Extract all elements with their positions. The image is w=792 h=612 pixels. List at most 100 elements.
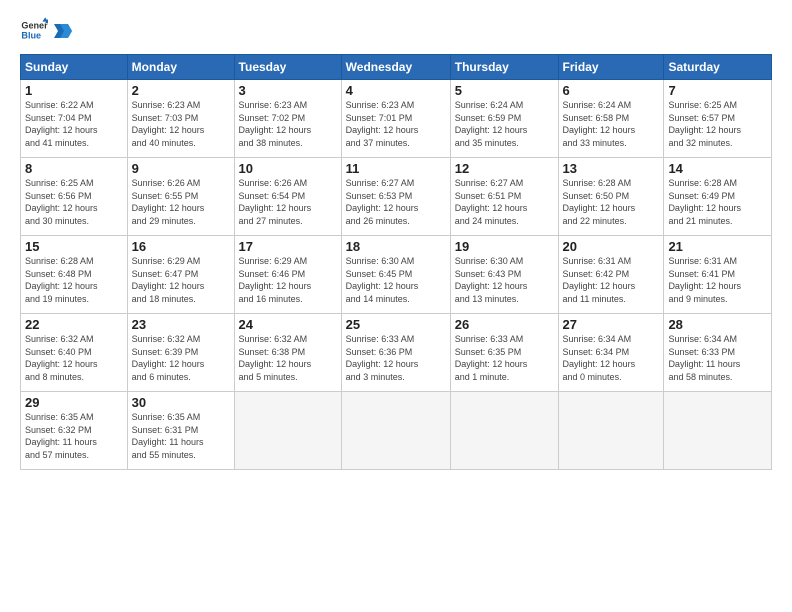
day-number: 14 (668, 161, 767, 176)
day-info: Sunrise: 6:28 AM Sunset: 6:49 PM Dayligh… (668, 177, 767, 227)
day-number: 3 (239, 83, 337, 98)
day-number: 10 (239, 161, 337, 176)
col-sunday: Sunday (21, 55, 128, 80)
table-row: 20Sunrise: 6:31 AM Sunset: 6:42 PM Dayli… (558, 236, 664, 314)
day-number: 29 (25, 395, 123, 410)
logo-arrow-icon (54, 24, 72, 38)
table-row: 11Sunrise: 6:27 AM Sunset: 6:53 PM Dayli… (341, 158, 450, 236)
day-info: Sunrise: 6:31 AM Sunset: 6:42 PM Dayligh… (563, 255, 660, 305)
table-row: 9Sunrise: 6:26 AM Sunset: 6:55 PM Daylig… (127, 158, 234, 236)
table-row: 7Sunrise: 6:25 AM Sunset: 6:57 PM Daylig… (664, 80, 772, 158)
calendar-week-5: 29Sunrise: 6:35 AM Sunset: 6:32 PM Dayli… (21, 392, 772, 470)
table-row: 25Sunrise: 6:33 AM Sunset: 6:36 PM Dayli… (341, 314, 450, 392)
table-row: 1Sunrise: 6:22 AM Sunset: 7:04 PM Daylig… (21, 80, 128, 158)
col-monday: Monday (127, 55, 234, 80)
day-info: Sunrise: 6:32 AM Sunset: 6:38 PM Dayligh… (239, 333, 337, 383)
table-row (234, 392, 341, 470)
table-row: 19Sunrise: 6:30 AM Sunset: 6:43 PM Dayli… (450, 236, 558, 314)
day-number: 7 (668, 83, 767, 98)
table-row: 21Sunrise: 6:31 AM Sunset: 6:41 PM Dayli… (664, 236, 772, 314)
table-row (450, 392, 558, 470)
day-number: 1 (25, 83, 123, 98)
table-row: 15Sunrise: 6:28 AM Sunset: 6:48 PM Dayli… (21, 236, 128, 314)
day-info: Sunrise: 6:30 AM Sunset: 6:45 PM Dayligh… (346, 255, 446, 305)
day-number: 27 (563, 317, 660, 332)
day-info: Sunrise: 6:24 AM Sunset: 6:59 PM Dayligh… (455, 99, 554, 149)
day-info: Sunrise: 6:23 AM Sunset: 7:01 PM Dayligh… (346, 99, 446, 149)
table-row: 30Sunrise: 6:35 AM Sunset: 6:31 PM Dayli… (127, 392, 234, 470)
day-info: Sunrise: 6:25 AM Sunset: 6:56 PM Dayligh… (25, 177, 123, 227)
table-row: 24Sunrise: 6:32 AM Sunset: 6:38 PM Dayli… (234, 314, 341, 392)
svg-text:General: General (21, 21, 48, 31)
day-info: Sunrise: 6:35 AM Sunset: 6:31 PM Dayligh… (132, 411, 230, 461)
day-number: 11 (346, 161, 446, 176)
col-tuesday: Tuesday (234, 55, 341, 80)
day-number: 13 (563, 161, 660, 176)
table-row: 17Sunrise: 6:29 AM Sunset: 6:46 PM Dayli… (234, 236, 341, 314)
day-info: Sunrise: 6:33 AM Sunset: 6:36 PM Dayligh… (346, 333, 446, 383)
day-info: Sunrise: 6:25 AM Sunset: 6:57 PM Dayligh… (668, 99, 767, 149)
day-number: 22 (25, 317, 123, 332)
day-number: 8 (25, 161, 123, 176)
table-row: 4Sunrise: 6:23 AM Sunset: 7:01 PM Daylig… (341, 80, 450, 158)
col-saturday: Saturday (664, 55, 772, 80)
calendar-week-4: 22Sunrise: 6:32 AM Sunset: 6:40 PM Dayli… (21, 314, 772, 392)
day-number: 17 (239, 239, 337, 254)
day-number: 26 (455, 317, 554, 332)
col-friday: Friday (558, 55, 664, 80)
day-info: Sunrise: 6:27 AM Sunset: 6:51 PM Dayligh… (455, 177, 554, 227)
table-row: 18Sunrise: 6:30 AM Sunset: 6:45 PM Dayli… (341, 236, 450, 314)
table-row: 22Sunrise: 6:32 AM Sunset: 6:40 PM Dayli… (21, 314, 128, 392)
calendar: Sunday Monday Tuesday Wednesday Thursday… (20, 54, 772, 470)
table-row: 29Sunrise: 6:35 AM Sunset: 6:32 PM Dayli… (21, 392, 128, 470)
col-wednesday: Wednesday (341, 55, 450, 80)
day-info: Sunrise: 6:28 AM Sunset: 6:50 PM Dayligh… (563, 177, 660, 227)
day-number: 4 (346, 83, 446, 98)
day-info: Sunrise: 6:27 AM Sunset: 6:53 PM Dayligh… (346, 177, 446, 227)
day-info: Sunrise: 6:33 AM Sunset: 6:35 PM Dayligh… (455, 333, 554, 383)
day-number: 9 (132, 161, 230, 176)
day-number: 12 (455, 161, 554, 176)
table-row: 12Sunrise: 6:27 AM Sunset: 6:51 PM Dayli… (450, 158, 558, 236)
table-row: 26Sunrise: 6:33 AM Sunset: 6:35 PM Dayli… (450, 314, 558, 392)
day-info: Sunrise: 6:31 AM Sunset: 6:41 PM Dayligh… (668, 255, 767, 305)
table-row: 6Sunrise: 6:24 AM Sunset: 6:58 PM Daylig… (558, 80, 664, 158)
logo-icon: General Blue (20, 16, 48, 44)
day-info: Sunrise: 6:23 AM Sunset: 7:03 PM Dayligh… (132, 99, 230, 149)
table-row (558, 392, 664, 470)
day-info: Sunrise: 6:35 AM Sunset: 6:32 PM Dayligh… (25, 411, 123, 461)
day-number: 20 (563, 239, 660, 254)
day-number: 24 (239, 317, 337, 332)
day-number: 21 (668, 239, 767, 254)
day-info: Sunrise: 6:26 AM Sunset: 6:55 PM Dayligh… (132, 177, 230, 227)
logo: General Blue (20, 16, 72, 44)
day-info: Sunrise: 6:34 AM Sunset: 6:33 PM Dayligh… (668, 333, 767, 383)
table-row: 8Sunrise: 6:25 AM Sunset: 6:56 PM Daylig… (21, 158, 128, 236)
day-number: 16 (132, 239, 230, 254)
table-row: 3Sunrise: 6:23 AM Sunset: 7:02 PM Daylig… (234, 80, 341, 158)
table-row (664, 392, 772, 470)
day-number: 28 (668, 317, 767, 332)
day-info: Sunrise: 6:23 AM Sunset: 7:02 PM Dayligh… (239, 99, 337, 149)
day-number: 6 (563, 83, 660, 98)
day-info: Sunrise: 6:29 AM Sunset: 6:47 PM Dayligh… (132, 255, 230, 305)
svg-text:Blue: Blue (21, 30, 41, 40)
table-row: 23Sunrise: 6:32 AM Sunset: 6:39 PM Dayli… (127, 314, 234, 392)
col-thursday: Thursday (450, 55, 558, 80)
day-number: 19 (455, 239, 554, 254)
calendar-week-3: 15Sunrise: 6:28 AM Sunset: 6:48 PM Dayli… (21, 236, 772, 314)
table-row: 14Sunrise: 6:28 AM Sunset: 6:49 PM Dayli… (664, 158, 772, 236)
day-info: Sunrise: 6:30 AM Sunset: 6:43 PM Dayligh… (455, 255, 554, 305)
calendar-header-row: Sunday Monday Tuesday Wednesday Thursday… (21, 55, 772, 80)
day-number: 18 (346, 239, 446, 254)
day-number: 23 (132, 317, 230, 332)
table-row: 27Sunrise: 6:34 AM Sunset: 6:34 PM Dayli… (558, 314, 664, 392)
table-row: 2Sunrise: 6:23 AM Sunset: 7:03 PM Daylig… (127, 80, 234, 158)
day-info: Sunrise: 6:26 AM Sunset: 6:54 PM Dayligh… (239, 177, 337, 227)
day-info: Sunrise: 6:24 AM Sunset: 6:58 PM Dayligh… (563, 99, 660, 149)
day-number: 25 (346, 317, 446, 332)
table-row: 16Sunrise: 6:29 AM Sunset: 6:47 PM Dayli… (127, 236, 234, 314)
calendar-week-2: 8Sunrise: 6:25 AM Sunset: 6:56 PM Daylig… (21, 158, 772, 236)
day-info: Sunrise: 6:29 AM Sunset: 6:46 PM Dayligh… (239, 255, 337, 305)
day-info: Sunrise: 6:32 AM Sunset: 6:40 PM Dayligh… (25, 333, 123, 383)
